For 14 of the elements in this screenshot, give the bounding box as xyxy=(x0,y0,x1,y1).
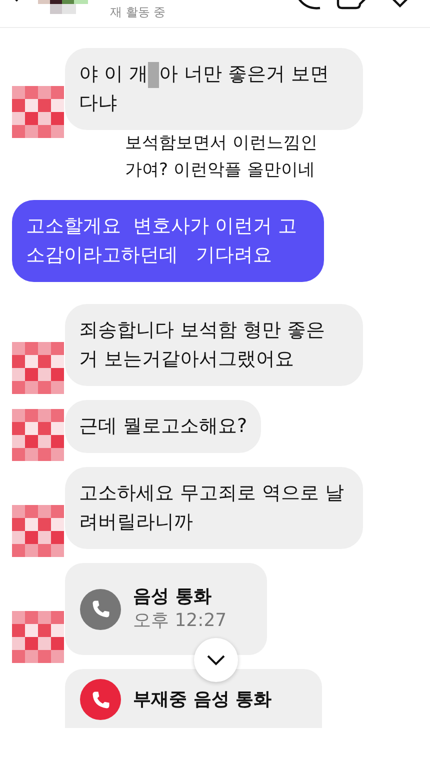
message-bubble: 죄송합니다 보석함 형만 좋은 거 보는거같아서그랬어요 xyxy=(65,304,363,386)
call-card[interactable]: 음성 통화 오후 12:27 xyxy=(65,563,267,655)
chevron-down-icon xyxy=(206,654,226,666)
caption-text: 보석함보면서 이런느낌인 가여? 이런악플 올만이네 xyxy=(124,132,318,182)
message-bubble: 고소하세요 무고죄로 역으로 날려버릴라니까 xyxy=(65,467,363,549)
call-title: 음성 통화 xyxy=(133,585,212,609)
call-card[interactable]: 부재중 음성 통화 xyxy=(65,669,322,728)
call-title: 부재중 음성 통화 xyxy=(133,688,272,712)
active-status: 재 활동 중 xyxy=(110,4,166,21)
message-bubble: 야 이 개 아 너만 좋은거 보면 다냐 xyxy=(65,48,363,130)
call-time: 오후 12:27 xyxy=(133,609,227,633)
message-bubble: 고소할게요 변호사가 이런거 고소감이라고하던데 기다려요 xyxy=(12,200,324,282)
message-bubble: 근데 뭘로고소해요? xyxy=(65,400,262,453)
censor-mosaic xyxy=(148,62,160,88)
